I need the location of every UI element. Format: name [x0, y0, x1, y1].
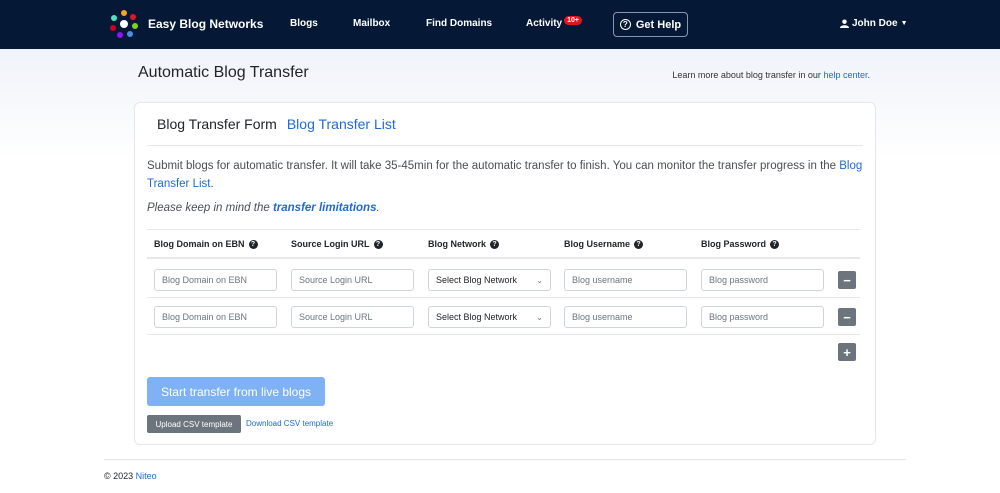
- blog-domain-input[interactable]: Blog Domain on EBN: [154, 269, 277, 291]
- footer: © 2023 Niteo: [104, 471, 157, 481]
- help-center-note: Learn more about blog transfer in our he…: [672, 70, 870, 80]
- help-center-link[interactable]: help center: [823, 70, 867, 80]
- header-label: Source Login URL: [291, 239, 370, 249]
- description-suffix: .: [210, 178, 214, 190]
- table-row: Blog Domain on EBN Source Login URL Sele…: [147, 298, 860, 335]
- footer-divider: [104, 459, 906, 460]
- blog-network-select[interactable]: Select Blog Network ⌄: [428, 269, 551, 291]
- remove-row-button[interactable]: −: [838, 271, 856, 289]
- header-source-login-url: Source Login URL ?: [291, 239, 383, 249]
- description: Submit blogs for automatic transfer. It …: [147, 157, 867, 193]
- tabs: Blog Transfer Form Blog Transfer List: [157, 116, 396, 132]
- brand[interactable]: Easy Blog Networks: [110, 10, 263, 38]
- download-csv-link[interactable]: Download CSV template: [246, 419, 333, 428]
- note-prefix: Please keep in mind the: [147, 202, 270, 214]
- divider: [147, 145, 863, 146]
- tab-blog-transfer-form[interactable]: Blog Transfer Form: [157, 116, 277, 132]
- chevron-down-icon: ⌄: [536, 312, 543, 322]
- blog-username-input[interactable]: Blog username: [564, 306, 687, 328]
- header-label: Blog Domain on EBN: [154, 239, 245, 249]
- caret-down-icon: ▼: [900, 20, 908, 27]
- get-help-button[interactable]: ? Get Help: [613, 12, 688, 37]
- question-icon[interactable]: ?: [770, 239, 780, 249]
- top-navbar: Easy Blog Networks Blogs Mailbox Find Do…: [0, 0, 1000, 49]
- question-circle-icon: ?: [619, 19, 631, 30]
- blog-network-select[interactable]: Select Blog Network ⌄: [428, 306, 551, 328]
- blog-password-input[interactable]: Blog password: [701, 306, 824, 328]
- blog-password-input[interactable]: Blog password: [701, 269, 824, 291]
- table-header: Blog Domain on EBN ? Source Login URL ? …: [147, 229, 860, 259]
- footer-copyright: © 2023: [104, 471, 134, 481]
- get-help-label: Get Help: [635, 18, 682, 31]
- nav-activity-label: Activity: [526, 18, 563, 29]
- question-icon[interactable]: ?: [490, 239, 500, 249]
- question-icon[interactable]: ?: [634, 239, 644, 249]
- header-blog-username: Blog Username ?: [564, 239, 644, 249]
- note-suffix: .: [376, 202, 380, 214]
- header-blog-password: Blog Password ?: [701, 239, 780, 249]
- question-icon[interactable]: ?: [373, 239, 383, 249]
- header-blog-network: Blog Network ?: [428, 239, 500, 249]
- tab-blog-transfer-list[interactable]: Blog Transfer List: [287, 116, 396, 132]
- limitations-note: Please keep in mind the transfer limitat…: [147, 202, 380, 214]
- header-label: Blog Network: [428, 239, 487, 249]
- logo-icon: [110, 10, 138, 38]
- nav-blogs[interactable]: Blogs: [290, 18, 318, 29]
- description-text: Submit blogs for automatic transfer. It …: [147, 160, 837, 172]
- blog-network-value: Select Blog Network: [436, 275, 518, 285]
- transfer-limitations-link[interactable]: transfer limitations: [273, 202, 377, 214]
- chevron-down-icon: ⌄: [536, 275, 543, 285]
- remove-row-button[interactable]: −: [838, 308, 856, 326]
- header-label: Blog Password: [701, 239, 767, 249]
- help-note-suffix: .: [867, 70, 870, 80]
- niteo-link[interactable]: Niteo: [136, 471, 157, 481]
- blog-network-value: Select Blog Network: [436, 312, 518, 322]
- table-row: Blog Domain on EBN Source Login URL Sele…: [147, 261, 860, 298]
- user-name: John Doe: [852, 18, 898, 29]
- activity-badge: 10+: [564, 16, 582, 25]
- upload-csv-button[interactable]: Upload CSV template: [147, 415, 241, 433]
- header-blog-domain: Blog Domain on EBN ?: [154, 239, 258, 249]
- blog-username-input[interactable]: Blog username: [564, 269, 687, 291]
- source-login-url-input[interactable]: Source Login URL: [291, 269, 414, 291]
- blog-domain-input[interactable]: Blog Domain on EBN: [154, 306, 277, 328]
- transfer-card: Blog Transfer Form Blog Transfer List Su…: [134, 102, 876, 445]
- question-icon[interactable]: ?: [248, 239, 258, 249]
- source-login-url-input[interactable]: Source Login URL: [291, 306, 414, 328]
- nav-mailbox[interactable]: Mailbox: [353, 18, 390, 29]
- nav-find-domains[interactable]: Find Domains: [426, 18, 492, 29]
- start-transfer-button[interactable]: Start transfer from live blogs: [147, 377, 325, 406]
- user-menu[interactable]: John Doe ▼: [840, 18, 908, 29]
- header-label: Blog Username: [564, 239, 631, 249]
- brand-name: Easy Blog Networks: [148, 17, 264, 31]
- add-row-button[interactable]: +: [838, 343, 856, 361]
- page-title: Automatic Blog Transfer: [138, 64, 309, 81]
- user-icon: [840, 19, 849, 28]
- nav-activity[interactable]: Activity 10+: [526, 16, 582, 29]
- help-note-prefix: Learn more about blog transfer in our: [672, 70, 821, 80]
